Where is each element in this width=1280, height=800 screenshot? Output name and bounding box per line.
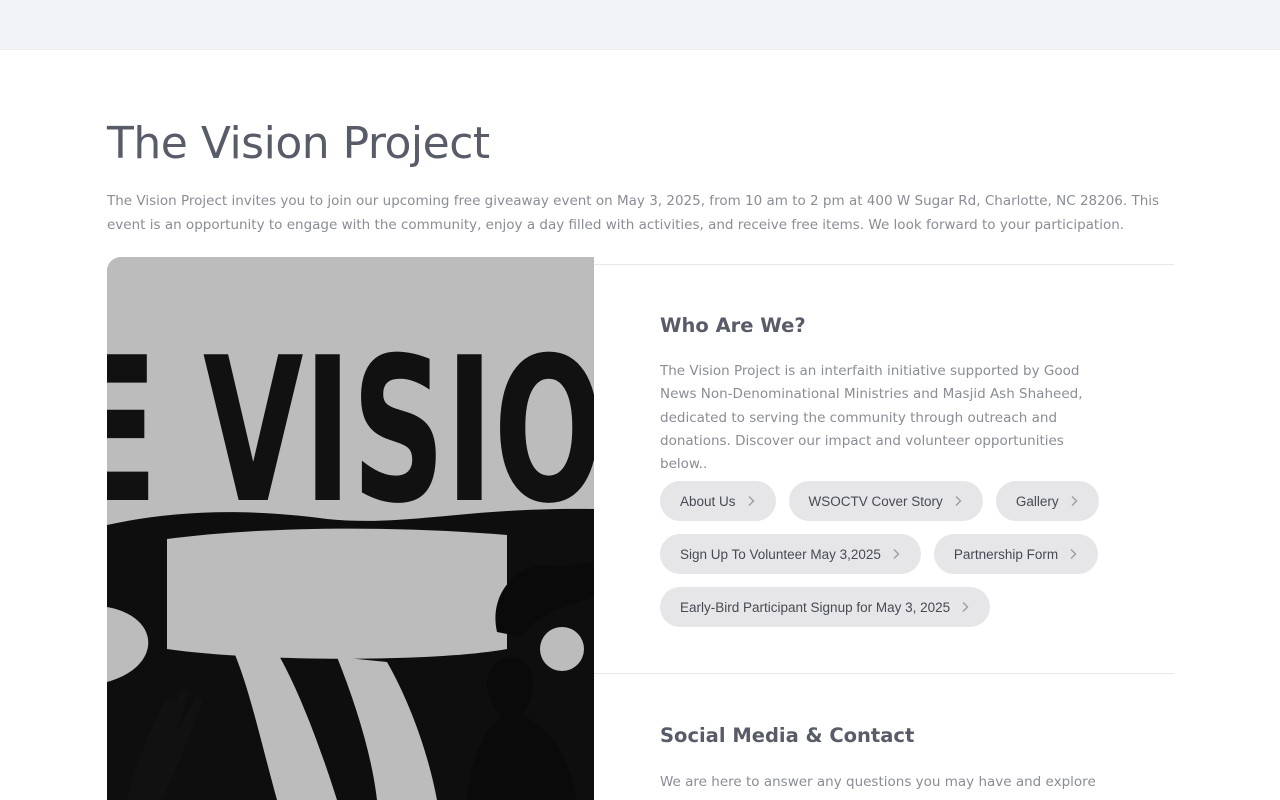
chevron-right-icon (960, 601, 970, 613)
button-label: WSOCTV Cover Story (808, 493, 943, 509)
wsoctv-cover-story-button[interactable]: WSOCTV Cover Story (788, 481, 983, 521)
quick-links: About Us WSOCTV Cover Story Gallery Sign… (660, 481, 1170, 627)
section-divider (594, 264, 1174, 265)
chevron-right-icon (1069, 495, 1079, 507)
chevron-right-icon (891, 548, 901, 560)
hero-year: 2025 (248, 548, 409, 616)
chevron-right-icon (746, 495, 756, 507)
social-section-text: We are here to answer any questions you … (660, 774, 1096, 790)
button-label: Early-Bird Participant Signup for May 3,… (680, 599, 951, 615)
button-label: Gallery (1015, 493, 1059, 509)
volunteer-signup-button[interactable]: Sign Up To Volunteer May 3,2025 (660, 534, 921, 574)
early-bird-signup-button[interactable]: Early-Bird Participant Signup for May 3,… (660, 587, 991, 627)
who-section-text: The Vision Project is an interfaith init… (660, 363, 1083, 473)
chevron-right-icon (953, 495, 963, 507)
hero-image: E VISIO 2025 (107, 257, 594, 800)
button-label: About Us (680, 493, 736, 509)
top-bar (0, 0, 1280, 50)
social-section-title: Social Media & Contact (660, 724, 915, 747)
intro-paragraph: The Vision Project invites you to join o… (107, 193, 1160, 233)
button-label: Partnership Form (953, 546, 1059, 562)
button-label: Sign Up To Volunteer May 3,2025 (680, 546, 881, 562)
section-divider (594, 673, 1174, 674)
who-section-title: Who Are We? (660, 314, 806, 337)
partnership-form-button[interactable]: Partnership Form (933, 534, 1099, 574)
chevron-right-icon (1068, 548, 1078, 560)
page-title: The Vision Project (107, 118, 490, 169)
about-us-button[interactable]: About Us (660, 481, 776, 521)
gallery-button[interactable]: Gallery (995, 481, 1099, 521)
